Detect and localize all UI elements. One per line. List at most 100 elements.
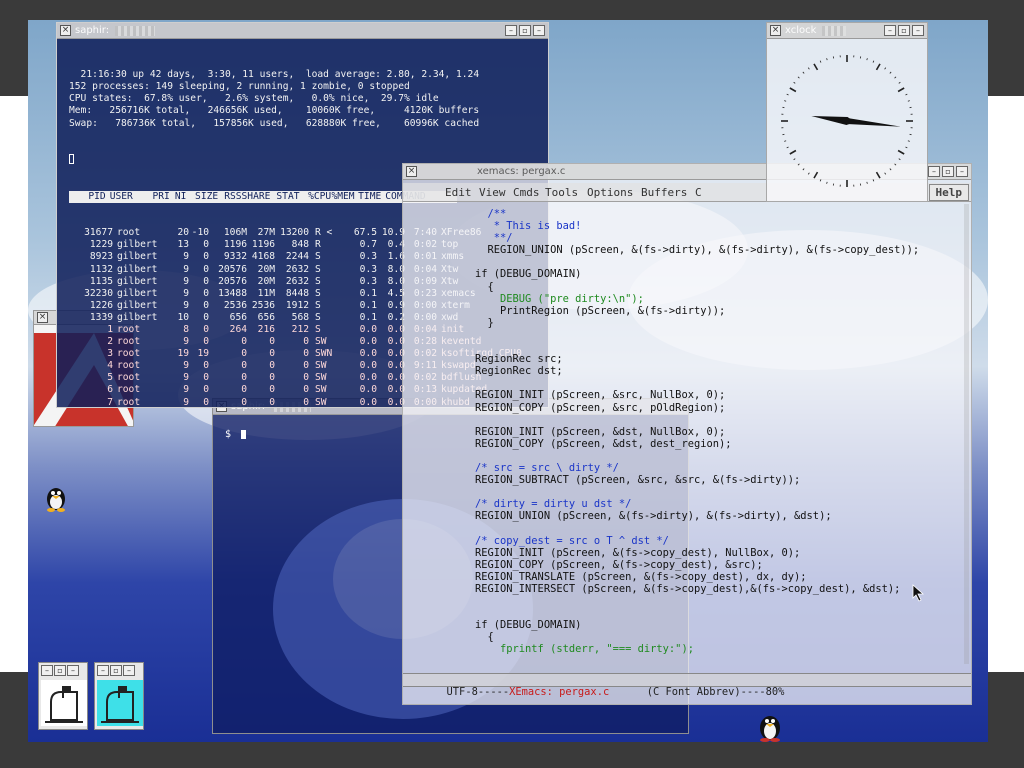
cell-rss: 0 xyxy=(269,336,275,348)
text-cursor xyxy=(69,153,74,164)
clock-minute-tick xyxy=(884,172,887,175)
cell-mem: 0.2 xyxy=(387,311,405,323)
clock-minute-tick xyxy=(786,93,789,96)
tux-icon[interactable] xyxy=(757,712,783,742)
mailbox-icon xyxy=(41,680,87,726)
xemacs-window[interactable]: × xemacs: pergax.c – ▫ – Edit View Cmds … xyxy=(402,163,972,705)
shell-prompt[interactable]: $ xyxy=(225,429,247,440)
clock-hour-tick xyxy=(813,171,819,179)
summary-line: 152 processes: 149 sleeping, 2 running, … xyxy=(69,81,410,93)
minimize-icon[interactable]: – xyxy=(928,166,940,177)
code-line: REGION_INIT (pScreen, &dst, NullBox, 0); xyxy=(475,425,726,438)
cell-stat: SW xyxy=(315,360,327,372)
modeline-gap xyxy=(609,686,647,698)
icon-tile-buttons: – ▫ – xyxy=(95,663,143,678)
cell-size: 0 xyxy=(241,384,247,396)
text-cursor xyxy=(241,429,247,439)
close-icon[interactable]: – xyxy=(533,25,545,36)
clock-minute-tick xyxy=(905,146,908,149)
clock-minute-tick xyxy=(898,158,901,161)
cell-size: 0 xyxy=(241,336,247,348)
cell-user: gilbert xyxy=(117,311,158,323)
clock-minute-tick xyxy=(894,163,897,166)
cell-size: 20576 xyxy=(218,263,247,275)
close-icon[interactable]: – xyxy=(67,665,79,676)
xclock-window[interactable]: × xclock – ▫ – xyxy=(766,22,928,202)
column-header: USER xyxy=(109,191,133,203)
tux-icon[interactable] xyxy=(44,484,68,512)
summary-line: Mem: 256716K total, 246656K used, 10060K… xyxy=(69,105,480,117)
cell-ni: 0 xyxy=(203,263,209,275)
code-line: REGION_SUBTRACT (pScreen, &src, &src, &(… xyxy=(475,474,801,487)
minimize-icon[interactable]: – xyxy=(41,665,53,676)
minimize-icon[interactable]: – xyxy=(884,25,896,36)
minimize-icon[interactable]: – xyxy=(505,25,517,36)
code-line: /* src = src \ dirty */ xyxy=(475,461,619,474)
cell-cpu: 0.3 xyxy=(359,275,377,287)
clock-minute-tick xyxy=(894,76,897,79)
clock-minute-tick xyxy=(907,140,910,142)
close-icon[interactable]: × xyxy=(37,312,48,323)
cell-mem: 8.0 xyxy=(387,275,405,287)
cell-cpu: 0.3 xyxy=(359,263,377,275)
clock-hour-tick xyxy=(875,63,881,71)
menu-view[interactable]: View xyxy=(479,186,506,199)
scrollbar[interactable] xyxy=(964,204,969,664)
code-buffer[interactable]: /** * This is bad! **/ REGION_UNION (pSc… xyxy=(475,208,961,655)
cell-size: 13488 xyxy=(218,287,247,299)
minimize-icon[interactable]: – xyxy=(97,665,109,676)
maximize-icon[interactable]: ▫ xyxy=(898,25,910,36)
maximize-icon[interactable]: ▫ xyxy=(942,166,954,177)
close-icon[interactable]: × xyxy=(406,166,417,177)
code-line: REGION_TRANSLATE (pScreen, &(fs->copy_de… xyxy=(475,570,807,583)
window-title: saphir: xyxy=(75,25,110,36)
cell-pid: 2 xyxy=(107,336,113,348)
close-icon[interactable]: – xyxy=(956,166,968,177)
menu-tools[interactable]: Tools xyxy=(545,186,578,199)
iconified-window[interactable]: – ▫ – xyxy=(94,662,144,730)
code-line: fprintf (stderr, "=== dirty:"); xyxy=(475,643,694,656)
cell-user: root xyxy=(117,348,141,360)
cell-stat: SW xyxy=(315,372,327,384)
column-header: SHARE xyxy=(241,191,271,203)
clock-hour-tick xyxy=(789,87,797,93)
close-icon[interactable]: – xyxy=(912,25,924,36)
menu-c[interactable]: C xyxy=(695,186,702,199)
menu-options[interactable]: Options xyxy=(587,186,633,199)
cell-user: root xyxy=(117,384,141,396)
close-icon[interactable]: × xyxy=(770,25,781,36)
cell-size: 264 xyxy=(229,323,247,335)
code-line: * This is bad! xyxy=(475,220,582,233)
menu-edit[interactable]: Edit xyxy=(445,186,472,199)
maximize-icon[interactable]: ▫ xyxy=(519,25,531,36)
code-line: **/ xyxy=(475,232,513,245)
cell-stat: SW xyxy=(315,396,327,408)
cell-stat: R xyxy=(315,239,321,251)
cell-share: 0 xyxy=(303,396,309,408)
iconified-window[interactable]: – ▫ – xyxy=(38,662,88,730)
help-button[interactable]: Help xyxy=(928,184,969,201)
cell-size: 106M xyxy=(223,227,247,239)
summary-line: Swap: 786736K total, 157856K used, 62888… xyxy=(69,117,480,129)
menu-cmds[interactable]: Cmds xyxy=(513,186,540,199)
clock-minute-tick xyxy=(793,158,796,161)
cell-pri: 9 xyxy=(183,275,189,287)
cell-user: root xyxy=(117,336,141,348)
close-icon[interactable]: × xyxy=(60,25,71,36)
window-title: xemacs: pergax.c xyxy=(477,166,566,177)
close-icon[interactable]: – xyxy=(123,665,135,676)
cell-mem: 0.0 xyxy=(387,372,405,384)
cell-pri: 9 xyxy=(183,251,189,263)
icon-tile-buttons: – ▫ – xyxy=(39,663,87,678)
clock-minute-tick xyxy=(807,67,810,70)
mailbox-icon xyxy=(97,680,143,726)
maximize-icon[interactable]: ▫ xyxy=(110,665,122,676)
cell-pid: 8923 xyxy=(89,251,113,263)
menu-buffers[interactable]: Buffers xyxy=(641,186,687,199)
cell-ni: 19 xyxy=(197,348,209,360)
code-line: /* dirty = dirty u dst */ xyxy=(475,498,632,511)
cell-user: root xyxy=(117,372,141,384)
cell-stat: S xyxy=(315,251,321,263)
maximize-icon[interactable]: ▫ xyxy=(54,665,66,676)
